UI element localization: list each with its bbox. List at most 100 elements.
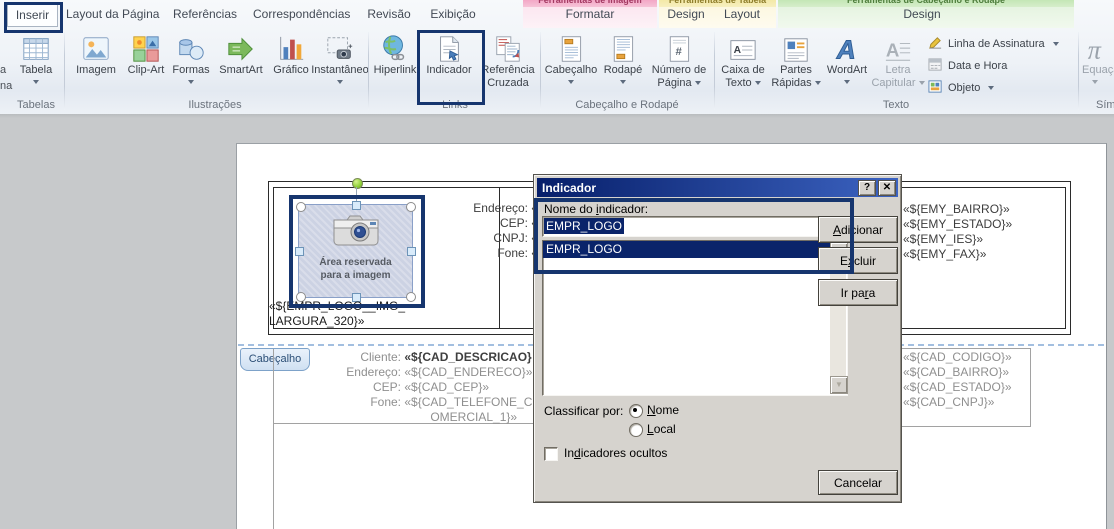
- dropdown-arrow-icon: [1092, 80, 1098, 84]
- formas-button[interactable]: Formas: [168, 30, 214, 98]
- dropdown-arrow-icon: [620, 80, 626, 84]
- screenshot-icon: [325, 30, 355, 64]
- table-icon: [21, 30, 51, 64]
- tab-inserir[interactable]: Inserir: [7, 4, 58, 27]
- textbox-icon: A: [728, 30, 758, 64]
- imagem-button[interactable]: Imagem: [70, 30, 122, 98]
- hidden-bookmarks-checkbox[interactable]: [544, 447, 558, 461]
- tab-revisao[interactable]: Revisão: [365, 4, 413, 25]
- hiperlink-button[interactable]: Hiperlink: [372, 30, 418, 98]
- selection-handle[interactable]: [296, 202, 306, 212]
- dropdown-arrow-icon: [815, 81, 821, 85]
- cabecalho-button[interactable]: Cabeçalho: [544, 30, 598, 98]
- tab-referencias[interactable]: Referências: [172, 4, 238, 25]
- tab-design-header-footer[interactable]: Design: [898, 4, 946, 25]
- letra-capitular-button[interactable]: A Letra Capitular: [872, 30, 924, 98]
- referencia-cruzada-button[interactable]: Referência Cruzada: [480, 30, 536, 98]
- objeto-button[interactable]: Objeto: [928, 78, 994, 98]
- group-separator: [368, 32, 369, 110]
- dropdown-arrow-icon: [695, 81, 701, 85]
- linha-de-assinatura-button[interactable]: Linha de Assinatura: [928, 34, 1059, 54]
- camera-icon: [299, 213, 412, 252]
- bookmark-dialog: Indicador ? ✕ Nome do indicador: EMPR_LO…: [533, 174, 902, 503]
- signature-line-icon: [928, 35, 943, 53]
- group-separator: [540, 32, 541, 110]
- wordart-button[interactable]: A WordArt: [824, 30, 870, 98]
- dropdown-arrow-icon: [919, 81, 925, 85]
- help-button[interactable]: ?: [858, 180, 876, 196]
- object-icon: [928, 79, 943, 97]
- radio-local-label[interactable]: Local: [647, 422, 676, 436]
- cancelar-button[interactable]: Cancelar: [818, 470, 898, 495]
- partes-rapidas-button[interactable]: Partes Rápidas: [770, 30, 822, 98]
- tabela-button[interactable]: Tabela: [14, 30, 58, 98]
- clipart-icon: [131, 30, 161, 64]
- group-label-ilustracoes: Ilustrações: [140, 99, 290, 113]
- scroll-down-icon[interactable]: ▼: [830, 376, 848, 394]
- globe-link-icon: [380, 30, 410, 64]
- svg-text:A: A: [734, 45, 742, 56]
- dropdown-arrow-icon: [1053, 42, 1059, 46]
- bookmark-name-label: Nome do indicador:: [544, 202, 648, 216]
- logo-field-text: «${EMPR_LOGO__IMG_ LARGURA_320}»: [269, 299, 405, 329]
- drop-cap-icon: A: [883, 30, 913, 64]
- hidden-bookmarks-label[interactable]: Indicadores ocultos: [564, 446, 667, 460]
- indicador-button[interactable]: Indicador: [422, 30, 476, 98]
- group-label-tabelas: Tabelas: [8, 99, 64, 113]
- adicionar-button[interactable]: Adicionar: [818, 216, 898, 243]
- group-label-texto: Texto: [866, 99, 926, 113]
- list-item-selected[interactable]: EMPR_LOGO: [543, 241, 830, 258]
- logo-image-placeholder[interactable]: Área reservada para a imagem: [298, 204, 413, 298]
- ir-para-button[interactable]: Ir para: [818, 279, 898, 306]
- close-button[interactable]: ✕: [878, 180, 896, 196]
- dialog-title-bar[interactable]: Indicador ? ✕: [537, 178, 898, 197]
- tab-correspondencias[interactable]: Correspondências: [253, 4, 349, 25]
- bookmark-name-input[interactable]: EMPR_LOGO: [542, 216, 848, 237]
- dropdown-arrow-icon: [188, 80, 194, 84]
- excluir-button[interactable]: Excluir: [818, 247, 898, 274]
- cross-reference-icon: [493, 30, 523, 64]
- radio-nome-label[interactable]: Nome: [647, 403, 679, 417]
- left-cut-text-fragment: na: [0, 80, 12, 92]
- numero-de-pagina-button[interactable]: # Número de Página: [648, 30, 710, 98]
- header-section-tag: Cabeçalho: [240, 348, 310, 371]
- radio-nome[interactable]: [629, 404, 643, 418]
- instantaneo-button[interactable]: Instantâneo: [314, 30, 366, 98]
- chart-icon: [276, 30, 306, 64]
- left-cut-text-fragment: a: [0, 64, 6, 76]
- equation-icon: π: [1082, 30, 1114, 64]
- dialog-title: Indicador: [537, 181, 858, 195]
- picture-icon: [81, 30, 111, 64]
- tab-exibicao[interactable]: Exibição: [428, 4, 478, 25]
- selection-handle[interactable]: [295, 247, 304, 256]
- rotation-handle[interactable]: [352, 178, 363, 189]
- emy-fields: «${EMY_BAIRRO}» «${EMY_ESTADO}» «${EMY_I…: [903, 202, 1012, 262]
- tab-layout-da-pagina[interactable]: Layout da Página: [66, 4, 158, 25]
- shapes-icon: [176, 30, 206, 64]
- selected-input-text: EMPR_LOGO: [544, 218, 624, 234]
- selection-handle[interactable]: [352, 201, 361, 210]
- grafico-button[interactable]: Gráfico: [268, 30, 314, 98]
- tab-design-table[interactable]: Design: [663, 4, 709, 25]
- group-label-cabecalho-rodape: Cabeçalho e Rodapé: [562, 99, 692, 113]
- equacao-button[interactable]: π Equaçã: [1082, 30, 1114, 98]
- clipart-button[interactable]: Clip-Art: [124, 30, 168, 98]
- radio-local[interactable]: [629, 423, 643, 437]
- caixa-de-texto-button[interactable]: A Caixa de Texto: [718, 30, 768, 98]
- smartart-icon: [226, 30, 256, 64]
- bookmark-list[interactable]: EMPR_LOGO ▲ ▼: [542, 240, 848, 396]
- group-label-simbolos: Sím: [1096, 99, 1114, 113]
- rodape-button[interactable]: Rodapé: [600, 30, 646, 98]
- wordart-icon: A: [832, 30, 862, 64]
- body-table-border: [273, 349, 274, 529]
- group-separator: [714, 32, 715, 110]
- cad-fields: «${CAD_CODIGO}» «${CAD_BAIRRO}» «${CAD_E…: [903, 350, 1012, 410]
- tab-layout-table[interactable]: Layout: [718, 4, 766, 25]
- tab-formatar[interactable]: Formatar: [558, 4, 622, 25]
- svg-text:#: #: [676, 46, 683, 58]
- sort-by-label: Classificar por:: [544, 404, 623, 418]
- smartart-button[interactable]: SmartArt: [214, 30, 268, 98]
- data-e-hora-button[interactable]: Data e Hora: [928, 56, 1007, 76]
- group-separator: [64, 32, 65, 110]
- selection-handle[interactable]: [406, 292, 416, 302]
